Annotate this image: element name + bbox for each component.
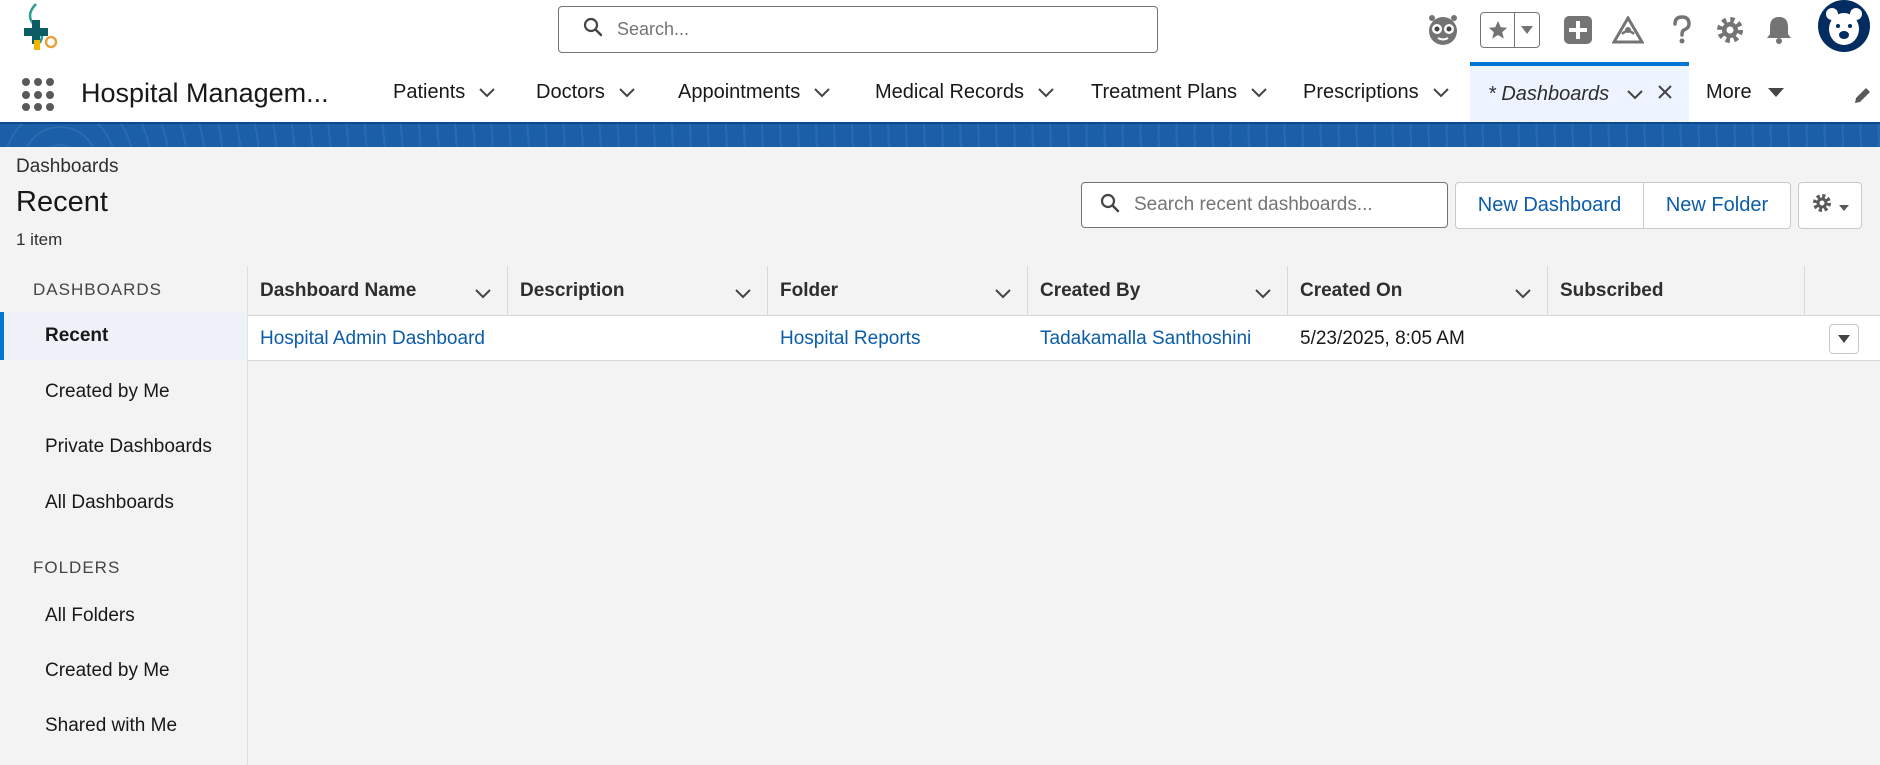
- setup-gear-icon[interactable]: [1712, 12, 1748, 48]
- chevron-down-icon[interactable]: [1251, 81, 1267, 104]
- chevron-down-icon[interactable]: [475, 283, 491, 305]
- chevron-down-icon[interactable]: [1255, 283, 1271, 305]
- favorites-menu-icon[interactable]: [1515, 13, 1539, 47]
- column-header-subscribed[interactable]: Subscribed: [1548, 266, 1805, 316]
- tab-dashboards[interactable]: * Dashboards: [1470, 62, 1689, 122]
- caret-down-icon: [1839, 194, 1849, 217]
- column-label: Folder: [780, 280, 839, 301]
- close-icon[interactable]: [1657, 83, 1673, 106]
- nav-item-label: Patients: [393, 80, 466, 103]
- table-header: Dashboard Name Description Folder Create…: [248, 266, 1880, 316]
- notifications-bell-icon[interactable]: [1761, 12, 1797, 48]
- column-header-folder[interactable]: Folder: [768, 266, 1028, 316]
- search-recent-dashboards-input[interactable]: Search recent dashboards...: [1081, 182, 1448, 228]
- app-navigation-bar: Hospital Managem... Patients Doctors App…: [0, 62, 1880, 124]
- sidebar-item-all-dashboards[interactable]: All Dashboards: [0, 479, 247, 527]
- chevron-down-icon[interactable]: [619, 81, 635, 104]
- nav-item-label: Treatment Plans: [1091, 80, 1237, 103]
- dashboard-name-link[interactable]: Hospital Admin Dashboard: [248, 316, 508, 361]
- global-search-placeholder: Search...: [617, 19, 690, 39]
- nav-item-label: Appointments: [678, 80, 801, 103]
- column-label: Subscribed: [1560, 280, 1664, 301]
- favorites-star-icon[interactable]: [1481, 13, 1515, 47]
- tab-dashboards-label: * Dashboards: [1488, 82, 1610, 105]
- sidebar-item-all-folders[interactable]: All Folders: [0, 592, 247, 640]
- description-cell: [508, 316, 768, 361]
- edit-nav-pencil-icon[interactable]: [1852, 86, 1872, 111]
- column-header-created-by[interactable]: Created By: [1028, 266, 1288, 316]
- gear-icon: [1811, 192, 1833, 220]
- new-folder-button[interactable]: New Folder: [1643, 182, 1791, 229]
- global-header: Search...: [0, 0, 1880, 62]
- sidebar-item-shared-with-me[interactable]: Shared with Me: [0, 702, 247, 750]
- page-title: Recent: [16, 186, 108, 218]
- chevron-down-icon[interactable]: [735, 283, 751, 305]
- nav-item-patients[interactable]: Patients: [393, 62, 495, 122]
- app-logo[interactable]: [10, 0, 66, 60]
- row-actions-button[interactable]: [1829, 324, 1859, 354]
- column-header-created-on[interactable]: Created On: [1288, 266, 1548, 316]
- nav-item-appointments[interactable]: Appointments: [678, 62, 831, 122]
- column-label: Dashboard Name: [260, 280, 417, 301]
- brand-band: [0, 124, 1880, 147]
- nav-item-treatment-plans[interactable]: Treatment Plans: [1091, 62, 1267, 122]
- column-label: Description: [520, 280, 625, 301]
- chevron-down-icon[interactable]: [1627, 83, 1643, 106]
- sidebar-item-recent[interactable]: Recent: [0, 312, 247, 360]
- chevron-down-icon[interactable]: [1515, 283, 1531, 305]
- nav-item-label: More: [1706, 80, 1752, 103]
- avatar[interactable]: [1818, 0, 1870, 52]
- sidebar-section-folders: FOLDERS: [33, 558, 121, 577]
- search-recent-dashboards-placeholder: Search recent dashboards...: [1134, 194, 1373, 215]
- search-icon: [1100, 193, 1120, 218]
- caret-down-icon[interactable]: [1767, 81, 1784, 104]
- nav-item-medical-records[interactable]: Medical Records: [875, 62, 1054, 122]
- chevron-down-icon[interactable]: [995, 283, 1011, 305]
- column-header-description[interactable]: Description: [508, 266, 768, 316]
- table-row: Hospital Admin Dashboard Hospital Report…: [248, 316, 1880, 361]
- folder-link[interactable]: Hospital Reports: [768, 316, 1028, 361]
- sidebar-item-private-dashboards[interactable]: Private Dashboards: [0, 423, 247, 471]
- favorites-group: [1480, 12, 1540, 48]
- einstein-icon[interactable]: [1423, 10, 1463, 50]
- subscribed-cell: [1548, 316, 1805, 361]
- sidebar-item-created-by-me[interactable]: Created by Me: [0, 368, 247, 416]
- nav-item-label: Medical Records: [875, 80, 1024, 103]
- chevron-down-icon[interactable]: [479, 81, 495, 104]
- column-label: Created By: [1040, 280, 1141, 301]
- nav-item-label: Prescriptions: [1303, 80, 1419, 103]
- nav-item-doctors[interactable]: Doctors: [536, 62, 635, 122]
- nav-item-more[interactable]: More: [1706, 62, 1784, 122]
- chevron-down-icon[interactable]: [814, 81, 831, 104]
- sidebar-item-folders-created-by-me[interactable]: Created by Me: [0, 647, 247, 695]
- caret-down-icon: [1838, 330, 1850, 348]
- app-launcher-icon[interactable]: [22, 78, 56, 112]
- created-on-cell: 5/23/2025, 8:05 AM: [1300, 327, 1465, 349]
- sidebar-section-dashboards: DASHBOARDS: [33, 280, 163, 299]
- column-label: Created On: [1300, 280, 1403, 301]
- breadcrumb: Dashboards: [16, 156, 119, 177]
- help-icon[interactable]: [1664, 12, 1700, 48]
- item-count: 1 item: [16, 230, 63, 249]
- nav-item-label: Doctors: [536, 80, 605, 103]
- new-dashboard-button[interactable]: New Dashboard: [1455, 182, 1644, 229]
- search-icon: [583, 17, 603, 42]
- trailhead-icon[interactable]: [1610, 12, 1646, 48]
- list-settings-button[interactable]: [1798, 182, 1862, 229]
- sidebar: DASHBOARDS Recent Created by Me Private …: [0, 266, 248, 765]
- created-by-link[interactable]: Tadakamalla Santhoshini: [1028, 316, 1288, 361]
- global-add-icon[interactable]: [1560, 12, 1596, 48]
- chevron-down-icon[interactable]: [1432, 81, 1449, 104]
- column-header-dashboard-name[interactable]: Dashboard Name: [248, 266, 508, 316]
- app-name: Hospital Managem...: [81, 78, 329, 108]
- chevron-down-icon[interactable]: [1038, 81, 1054, 104]
- nav-item-prescriptions[interactable]: Prescriptions: [1303, 62, 1449, 122]
- global-search-input[interactable]: Search...: [558, 6, 1158, 53]
